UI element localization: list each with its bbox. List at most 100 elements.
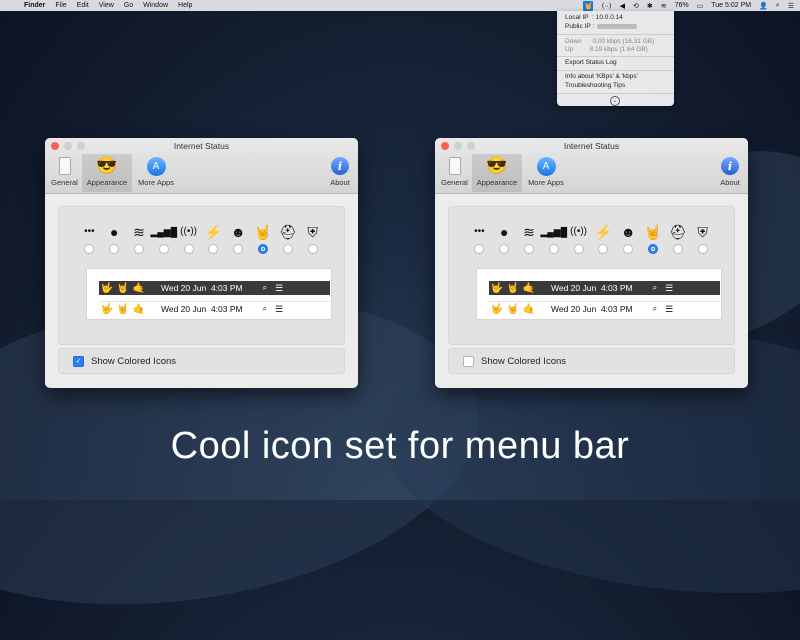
icon-option--[interactable]: ☻ xyxy=(226,223,251,254)
dark-menubar-preview: 🤟 🤘 🤙 Wed 20 Jun 4:03 PM ⌕ ☰ xyxy=(489,281,720,295)
icon-radio-button[interactable] xyxy=(257,244,268,254)
icon-radio-button[interactable] xyxy=(573,244,584,254)
icon-set-panel: ••• ● ≋ ▂▄▆█ ((•)) ⚡ ☻ 🤘 ⛑ ⛨ 🤟 🤘 🤙 Wed 20 Jun 4:0… xyxy=(58,206,345,345)
icon-option--[interactable]: ((•)) xyxy=(566,223,591,254)
tab-label: General xyxy=(51,178,78,187)
menu-help[interactable]: Help xyxy=(178,2,192,9)
redacted-ip xyxy=(597,23,638,29)
icon-option-bars[interactable]: ▂▄▆█ xyxy=(150,223,178,254)
list-icon: ☰ xyxy=(275,303,284,314)
tab-about[interactable]: i About xyxy=(325,154,355,192)
menu-bar: Finder File Edit View Go Window Help 🤘 ⟨… xyxy=(0,0,800,11)
icon-radio-button[interactable] xyxy=(233,244,244,254)
battery-icon[interactable]: ▭ xyxy=(697,2,704,10)
icon-option--[interactable]: ☻ xyxy=(616,223,641,254)
info-kbps-item[interactable]: Info about 'KBps' & 'kbps' xyxy=(565,73,638,80)
icon-radio-button[interactable] xyxy=(109,244,120,254)
icon-option--[interactable]: ● xyxy=(492,223,517,254)
tab-more-apps[interactable]: A More Apps xyxy=(133,154,179,192)
icon-radio-button[interactable] xyxy=(307,244,318,254)
show-colored-icons-label[interactable]: Show Colored Icons xyxy=(481,356,566,367)
user-icon[interactable]: 👤 xyxy=(759,2,768,10)
icon-option-helmet[interactable]: ⛨ xyxy=(690,223,715,254)
clock[interactable]: Tue 5:02 PM xyxy=(711,2,751,9)
icon-radio-button[interactable] xyxy=(208,244,219,254)
icon-option--[interactable]: ((•)) xyxy=(176,223,201,254)
icon-radio-button[interactable] xyxy=(548,244,559,254)
icon-option--[interactable]: ● xyxy=(102,223,127,254)
menu-view[interactable]: View xyxy=(99,2,114,9)
menu-separator xyxy=(557,56,674,57)
troubleshooting-tips-item[interactable]: Troubleshooting Tips xyxy=(565,82,625,89)
time-machine-icon[interactable]: ⟲ xyxy=(633,2,639,10)
icon-option-wifi[interactable]: ≋ xyxy=(127,223,152,254)
menu-file[interactable]: File xyxy=(55,2,66,9)
menu-edit[interactable]: Edit xyxy=(77,2,89,9)
icon-radio-button[interactable] xyxy=(523,244,534,254)
icon-option--[interactable]: ••• xyxy=(77,223,102,254)
icon-style-6-icon: ☻ xyxy=(230,224,246,240)
network-arrows-icon[interactable]: ⟨··⟩ xyxy=(601,2,611,10)
tab-general[interactable]: General xyxy=(48,154,81,192)
public-ip-value: : xyxy=(592,23,595,30)
icon-radio-button[interactable] xyxy=(282,244,293,254)
tab-general[interactable]: General xyxy=(438,154,471,192)
tab-appearance[interactable]: 😎 Appearance xyxy=(82,154,132,192)
icon-radio-button[interactable] xyxy=(183,244,194,254)
internet-status-app-icon[interactable]: 🤘 xyxy=(583,0,594,11)
wifi-icon[interactable]: ≋ xyxy=(661,2,667,10)
menu-finder[interactable]: Finder xyxy=(24,2,45,9)
icon-option-mask[interactable]: ⛑ xyxy=(665,223,690,254)
menu-separator xyxy=(557,93,674,94)
icon-radio-button[interactable] xyxy=(598,244,609,254)
tab-more-apps[interactable]: A More Apps xyxy=(523,154,569,192)
icon-option-bars[interactable]: ▂▄▆█ xyxy=(540,223,567,254)
preview-date: Wed 20 Jun xyxy=(161,304,207,314)
icon-radio-button[interactable] xyxy=(133,244,144,254)
hand-white-icon: 🤙 xyxy=(522,282,536,294)
export-status-log-item[interactable]: Export Status Log xyxy=(565,59,617,66)
show-colored-icons-label[interactable]: Show Colored Icons xyxy=(91,356,176,367)
tab-label: About xyxy=(330,178,350,187)
icon-radio-button[interactable] xyxy=(672,244,683,254)
light-menubar-preview: 🤟 🤘 🤙 Wed 20 Jun 4:03 PM ⌕ ☰ xyxy=(489,301,720,316)
show-colored-icons-checkbox[interactable] xyxy=(463,355,474,367)
icon-option--[interactable]: 🤘 xyxy=(251,223,276,254)
icon-option-plug[interactable]: ⚡ xyxy=(591,223,616,254)
window-title: Internet Status xyxy=(563,141,620,151)
icon-radio-button[interactable] xyxy=(499,244,510,254)
icon-set-picker: ••• ● ≋ ▂▄▆█ ((•)) ⚡ ☻ 🤘 ⛑ ⛨ xyxy=(77,223,325,254)
icon-radio-button[interactable] xyxy=(647,244,658,254)
icon-style-3-icon: ▂▄▆█ xyxy=(150,227,178,237)
hand-green-icon: 🤙 xyxy=(132,303,146,315)
icon-option-helmet[interactable]: ⛨ xyxy=(300,223,325,254)
public-ip-label: Public IP xyxy=(565,23,591,30)
spotlight-icon[interactable]: ⌕ xyxy=(776,2,780,10)
battery-percent[interactable]: 76% xyxy=(675,2,689,9)
icon-option-mask[interactable]: ⛑ xyxy=(275,223,300,254)
icon-option--[interactable]: ••• xyxy=(467,223,492,254)
icon-option-wifi[interactable]: ≋ xyxy=(517,223,542,254)
menu-go[interactable]: Go xyxy=(124,2,133,9)
icon-radio-button[interactable] xyxy=(623,244,634,254)
menu-window[interactable]: Window xyxy=(143,2,168,9)
chevron-down-icon[interactable]: ⌄ xyxy=(610,96,620,106)
search-icon: ⌕ xyxy=(652,304,658,313)
show-colored-icons-checkbox[interactable]: ✓ xyxy=(73,355,84,367)
sunglasses-emoji-icon: 😎 xyxy=(96,156,118,175)
volume-icon[interactable]: ◀ xyxy=(620,2,625,10)
icon-radio-button[interactable] xyxy=(697,244,708,254)
tab-appearance[interactable]: 😎 Appearance xyxy=(472,154,522,192)
down-row: Down 0.00 kbps (16.31 GB) xyxy=(565,38,654,45)
icon-radio-button[interactable] xyxy=(84,244,95,254)
general-icon xyxy=(55,156,75,176)
tab-about[interactable]: i About xyxy=(715,154,745,192)
bluetooth-icon[interactable]: ✱ xyxy=(647,2,653,10)
icon-radio-button[interactable] xyxy=(474,244,485,254)
icon-option--[interactable]: 🤘 xyxy=(641,223,666,254)
preview-date: Wed 20 Jun xyxy=(551,283,597,293)
icon-radio-button[interactable] xyxy=(158,244,169,254)
icon-style-5-icon: ⚡ xyxy=(204,224,223,240)
icon-option-plug[interactable]: ⚡ xyxy=(201,223,226,254)
notification-center-icon[interactable]: ☰ xyxy=(788,2,794,10)
